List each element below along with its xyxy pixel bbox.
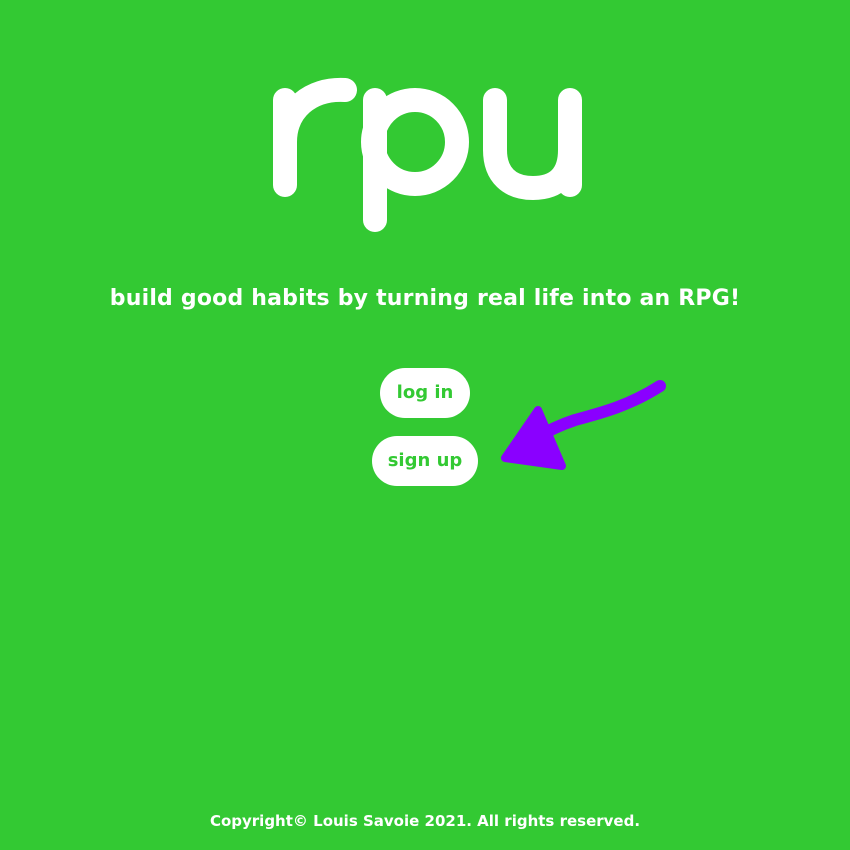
copyright-footer: Copyright© Louis Savoie 2021. All rights… [209,812,641,830]
tagline: build good habits by turning real life i… [109,286,741,311]
landing-page: rpu build good habits by turning real li… [0,0,850,850]
login-button[interactable]: log in [380,368,470,418]
hand-drawn-arrow-icon [501,380,666,470]
logo: rpu [0,60,850,240]
signup-button[interactable]: sign up [372,436,478,486]
rpu-logo-icon: rpu [273,77,582,232]
